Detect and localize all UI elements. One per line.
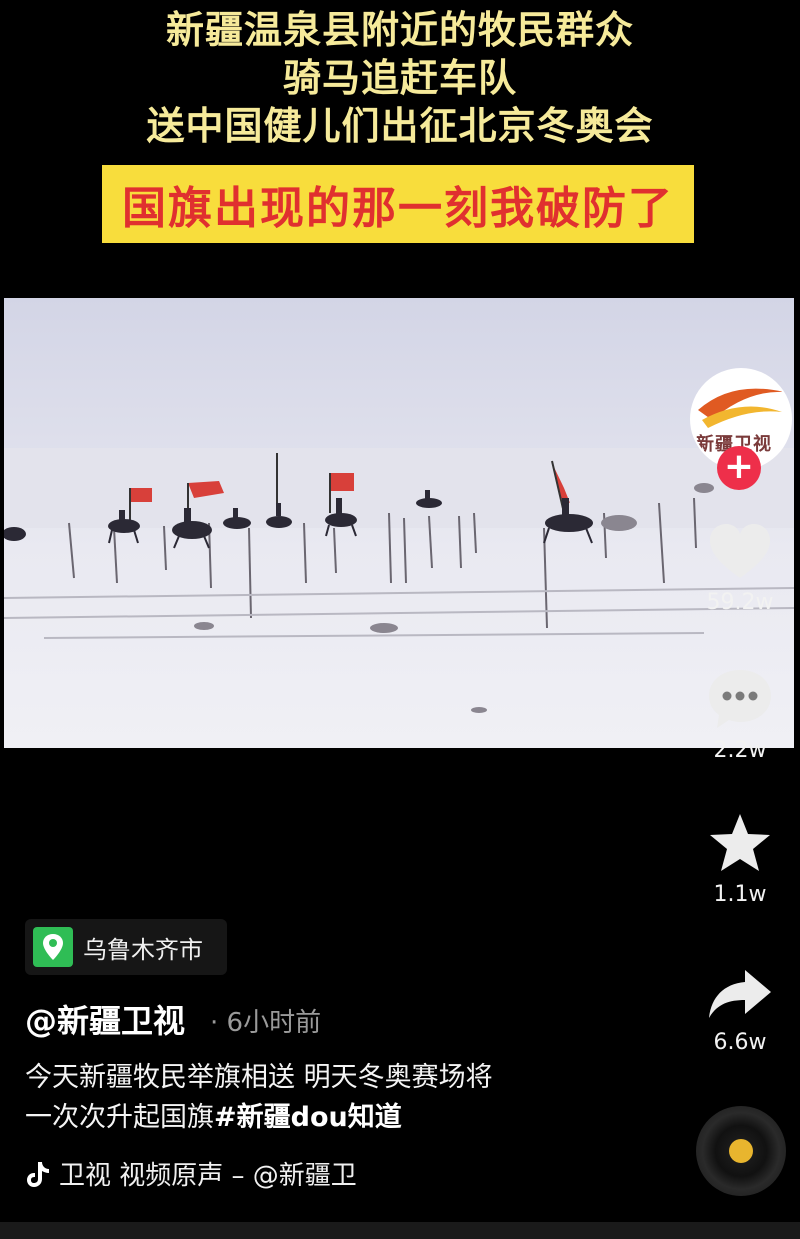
star-icon	[710, 814, 770, 871]
comment-button[interactable]: 2.2w	[690, 668, 790, 763]
description-line-1: 今天新疆牧民举旗相送 明天冬奥赛场将	[25, 1062, 493, 1093]
title-line-2: 骑马追赶车队	[282, 56, 517, 100]
hashtag-link[interactable]: #新疆dou知道	[214, 1102, 402, 1133]
follow-button[interactable]: +	[717, 446, 761, 490]
follow-plus-icon: +	[723, 446, 755, 487]
title-line-1: 新疆温泉县附近的牧民群众	[165, 8, 634, 52]
favorite-count: 1.1w	[713, 882, 767, 907]
post-description: 今天新疆牧民举旗相送 明天冬奥赛场将 一次次升起国旗#新疆dou知道	[25, 1058, 645, 1138]
comment-count: 2.2w	[713, 738, 767, 763]
title-highlight-banner: 国旗出现的那一刻我破防了	[102, 165, 694, 243]
title-line-3: 送中国健儿们出征北京冬奥会	[146, 104, 654, 148]
post-time: · 6小时前	[210, 1008, 322, 1038]
location-label: 乌鲁木齐市	[83, 935, 203, 964]
share-arrow-icon	[709, 970, 771, 1018]
video-title-overlay: 新疆温泉县附近的牧民群众 骑马追赶车队 送中国健儿们出征北京冬奥会	[0, 6, 800, 150]
description-text: 一次次升起国旗	[25, 1102, 214, 1133]
music-disc-icon	[729, 1139, 753, 1163]
like-count: 59.2w	[706, 590, 774, 615]
description-line-2: 一次次升起国旗#新疆dou知道	[25, 1098, 645, 1138]
music-info[interactable]: 卫视 视频原声 – @新疆卫	[25, 1155, 357, 1192]
video-player[interactable]	[4, 298, 794, 748]
music-title: 卫视 视频原声 – @新疆卫	[59, 1161, 357, 1191]
music-disc-button[interactable]	[696, 1106, 786, 1196]
highlight-text: 国旗出现的那一刻我破防了	[122, 183, 674, 234]
favorite-button[interactable]: 1.1w	[690, 812, 790, 907]
author-name[interactable]: @新疆卫视	[25, 996, 185, 1042]
heart-icon	[710, 524, 770, 578]
tiktok-note-icon	[27, 1161, 49, 1187]
location-pin-icon	[33, 927, 73, 967]
comment-bubble-icon	[709, 670, 771, 728]
like-button[interactable]: 59.2w	[690, 522, 790, 615]
location-chip[interactable]: 乌鲁木齐市	[25, 919, 227, 975]
share-count: 6.6w	[713, 1030, 767, 1055]
snow-scene-image	[4, 448, 794, 713]
bottom-bar	[0, 1222, 800, 1239]
share-button[interactable]: 6.6w	[690, 966, 790, 1055]
